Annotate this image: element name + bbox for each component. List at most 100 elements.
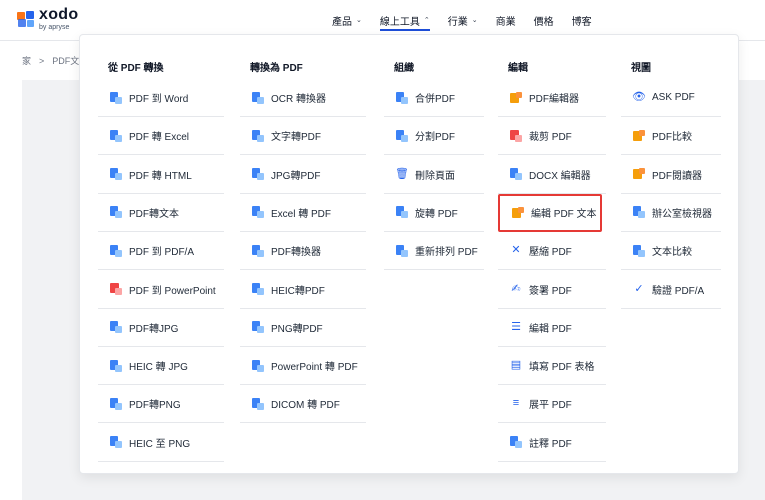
menu-item[interactable]: PDF 到 Word <box>98 79 224 117</box>
menu-item[interactable]: PDF轉換器 <box>240 232 366 271</box>
chevron-down-icon: ⌄ <box>471 17 478 24</box>
menu-item[interactable]: PDF編輯器 <box>498 79 606 117</box>
doc-red-icon <box>109 282 123 296</box>
menu-column-title: 組織 <box>394 63 414 74</box>
menu-item-label: HEIC轉PDF <box>271 285 325 297</box>
doc-icon <box>251 167 265 181</box>
menu-item[interactable]: ✍ 簽署 PDF <box>498 271 606 309</box>
menu-item-label: 驗證 PDF/A <box>652 285 705 297</box>
menu-item-label: 旋轉 PDF <box>415 208 458 220</box>
doc-icon <box>109 435 123 449</box>
menu-item[interactable]: 文字轉PDF <box>240 117 366 156</box>
signature-icon: ✍ <box>511 282 521 295</box>
menu-item[interactable]: HEIC 至 PNG <box>98 424 224 462</box>
menu-item[interactable]: PDF 轉 Excel <box>98 117 224 156</box>
doc-icon <box>109 205 123 219</box>
layers-icon: ≡ <box>512 397 520 410</box>
doc-icon <box>251 91 265 105</box>
menu-item[interactable]: 重新排列 PDF <box>384 232 484 271</box>
menu-item[interactable]: DOCX 編輯器 <box>498 156 606 194</box>
menu-item[interactable]: PowerPoint 轉 PDF <box>240 347 366 386</box>
menu-item[interactable]: PDF 到 PDF/A <box>98 232 224 271</box>
verify-icon: ✓ <box>634 282 644 295</box>
menu-item[interactable]: 👁 ASK PDF <box>621 79 721 117</box>
nav-item-label: 產品 <box>332 16 352 28</box>
menu-item[interactable]: 辦公室檢視器 <box>621 194 721 232</box>
menu-item-label: 展平 PDF <box>529 400 572 412</box>
menu-item-label: 文字轉PDF <box>271 132 321 144</box>
menu-item-label: PDF轉PNG <box>129 400 181 412</box>
trash-icon: 🗑 <box>395 167 409 180</box>
menu-item-label: 編輯 PDF 文本 <box>531 209 597 221</box>
menu-item-label: PDF轉換器 <box>271 247 321 259</box>
menu-item[interactable]: HEIC轉PDF <box>240 271 366 309</box>
doc-icon <box>109 91 123 105</box>
menu-column-title: 轉換為 PDF <box>250 63 303 74</box>
menu-item-label: DOCX 編輯器 <box>529 170 591 182</box>
xodo-logo[interactable]: xodo by apryse <box>16 7 78 31</box>
menu-item[interactable]: PDF比較 <box>621 117 721 156</box>
menu-item-label: 辦公室檢視器 <box>652 208 712 220</box>
menu-item[interactable]: PDF轉JPG <box>98 309 224 347</box>
breadcrumb-separator: > <box>39 55 45 66</box>
menu-item[interactable]: ≡ 展平 PDF <box>498 385 606 424</box>
menu-item[interactable]: PDF轉文本 <box>98 194 224 232</box>
menu-item[interactable]: OCR 轉換器 <box>240 79 366 117</box>
menu-item[interactable]: 註釋 PDF <box>498 424 606 462</box>
xodo-logo-icon <box>16 9 36 29</box>
doc-icon <box>632 244 646 258</box>
menu-item-label: 文本比較 <box>652 247 692 259</box>
menu-item-label: PDF轉JPG <box>129 323 179 335</box>
menu-item-label: PNG轉PDF <box>271 323 323 335</box>
crop-icon <box>509 129 523 143</box>
menu-item[interactable]: Excel 轉 PDF <box>240 194 366 232</box>
doc-icon <box>509 167 523 181</box>
doc-icon <box>109 167 123 181</box>
doc-icon <box>632 205 646 219</box>
menu-item-label: 刪除頁面 <box>415 170 455 182</box>
doc-icon <box>251 359 265 373</box>
menu-item[interactable]: PDF 轉 HTML <box>98 156 224 194</box>
menu-item-label: 壓縮 PDF <box>529 247 572 259</box>
menu-item[interactable]: 編輯 PDF 文本 <box>498 193 602 232</box>
menu-item-label: PDF 轉 HTML <box>129 170 192 182</box>
menu-item[interactable]: ✕ 壓縮 PDF <box>498 232 606 271</box>
menu-item-label: PDF編輯器 <box>529 94 579 105</box>
menu-item[interactable]: ✓ 驗證 PDF/A <box>621 271 721 309</box>
menu-item[interactable]: PDF閱讀器 <box>621 156 721 194</box>
text-edit-icon <box>511 206 525 220</box>
menu-item-label: PDF 到 Word <box>129 94 189 105</box>
list-icon: ☰ <box>511 320 521 333</box>
doc-icon <box>395 91 409 105</box>
nav-item-label: 價格 <box>533 16 554 28</box>
menu-item-label: PowerPoint 轉 PDF <box>271 362 358 374</box>
menu-item-label: PDF 到 PDF/A <box>129 247 195 259</box>
doc-icon <box>251 129 265 143</box>
menu-item[interactable]: 🗑 刪除頁面 <box>384 156 484 194</box>
menu-item[interactable]: ▤ 填寫 PDF 表格 <box>498 347 606 386</box>
menu-item[interactable]: HEIC 轉 JPG <box>98 347 224 386</box>
menu-item-label: PDF轉文本 <box>129 208 179 220</box>
nav-item-label: 博客 <box>571 16 592 28</box>
grid-icon <box>251 244 265 258</box>
menu-item[interactable]: 合併PDF <box>384 79 484 117</box>
breadcrumb-home[interactable]: 家 <box>22 54 31 67</box>
menu-item[interactable]: PDF轉PNG <box>98 385 224 424</box>
menu-column-title: 視圖 <box>631 63 651 74</box>
menu-item[interactable]: PDF 到 PowerPoint <box>98 271 224 309</box>
menu-item-label: 重新排列 PDF <box>415 247 478 259</box>
menu-item[interactable]: DICOM 轉 PDF <box>240 385 366 424</box>
menu-item[interactable]: PNG轉PDF <box>240 309 366 347</box>
doc-icon <box>109 320 123 334</box>
compress-icon: ✕ <box>511 244 521 257</box>
menu-item[interactable]: 文本比較 <box>621 232 721 271</box>
menu-item[interactable]: 分割PDF <box>384 117 484 156</box>
nav-item-label: 行業 <box>447 16 468 28</box>
doc-icon <box>395 129 409 143</box>
menu-item[interactable]: ☰ 編輯 PDF <box>498 309 606 347</box>
menu-item[interactable]: JPG轉PDF <box>240 156 366 194</box>
menu-item[interactable]: 裁剪 PDF <box>498 117 606 156</box>
menu-item[interactable]: 旋轉 PDF <box>384 194 484 232</box>
menu-item-label: ASK PDF <box>652 92 695 103</box>
menu-item-label: JPG轉PDF <box>271 170 321 182</box>
